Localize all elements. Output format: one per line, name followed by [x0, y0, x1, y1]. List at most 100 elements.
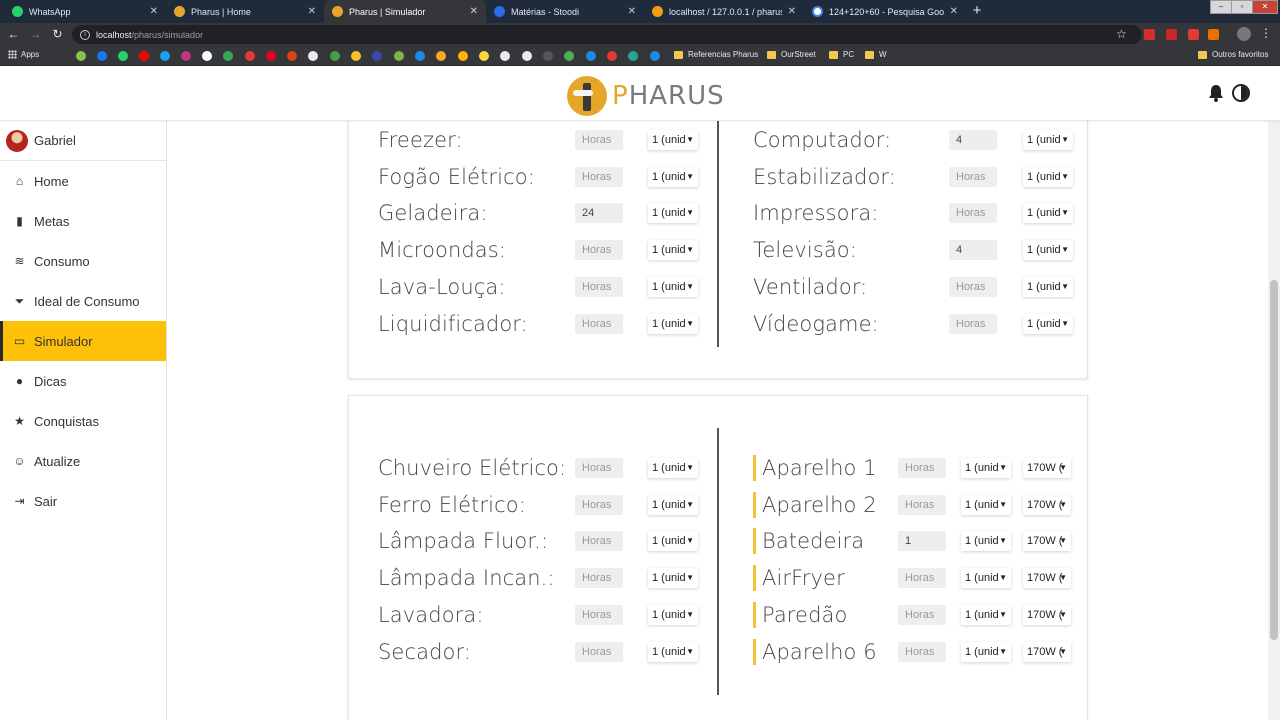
quantity-select[interactable]: 1 (unid ▼ — [961, 494, 1011, 515]
quantity-select[interactable]: 1 (unid ▼ — [648, 130, 698, 150]
quantity-select[interactable]: 1 (unid ▼ — [961, 641, 1011, 662]
theme-toggle-icon[interactable] — [1232, 84, 1250, 102]
new-tab-button[interactable]: + — [969, 3, 985, 19]
close-icon[interactable]: ✕ — [470, 6, 478, 17]
quantity-select[interactable]: 1 (unid ▼ — [961, 568, 1011, 589]
bookmark-icon[interactable] — [76, 51, 86, 61]
drive-icon[interactable] — [223, 51, 233, 61]
close-icon[interactable]: ✕ — [628, 6, 636, 17]
quantity-select[interactable]: 1 (unid ▼ — [648, 203, 698, 224]
close-icon[interactable]: ✕ — [788, 6, 796, 17]
hours-input[interactable] — [949, 276, 997, 297]
tab-stoodi[interactable]: Matérias - Stoodi ✕ — [486, 0, 644, 23]
hours-input[interactable] — [575, 568, 623, 589]
sidebar-item-simulador[interactable]: ▭ Simulador — [0, 321, 166, 361]
bookmark-icon[interactable] — [458, 51, 468, 61]
close-icon[interactable]: ✕ — [308, 6, 316, 17]
sidebar-item-metas[interactable]: ▮ Metas — [0, 201, 166, 241]
youtube-icon[interactable] — [139, 51, 149, 61]
wattage-select[interactable]: 170W (▼ — [1023, 641, 1071, 662]
sidebar-item-ideal-de-consumo[interactable]: ⏷ Ideal de Consumo — [0, 281, 166, 321]
pharus-logo[interactable]: PHARUS — [567, 76, 725, 116]
bookmark-folder[interactable]: OurStreet — [767, 50, 816, 59]
google-icon[interactable] — [202, 51, 212, 61]
quantity-select[interactable]: 1 (unid ▼ — [1023, 166, 1073, 187]
hours-input[interactable] — [949, 240, 997, 261]
adblock-extension-icon[interactable] — [1144, 29, 1155, 40]
tab-google-search[interactable]: 124+120+60 - Pesquisa Google ✕ — [804, 0, 966, 23]
facebook-icon[interactable] — [97, 51, 107, 61]
bookmark-icon[interactable] — [330, 51, 340, 61]
quantity-select[interactable]: 1 (unid ▼ — [1023, 203, 1073, 224]
close-icon[interactable]: ✕ — [950, 6, 958, 17]
hours-input[interactable] — [898, 458, 946, 478]
hours-input[interactable] — [575, 240, 623, 261]
sidebar-item-dicas[interactable]: ● Dicas — [0, 361, 166, 401]
bookmark-icon[interactable] — [394, 51, 404, 61]
bell-icon[interactable] — [1208, 84, 1224, 102]
bookmark-folder[interactable]: W — [865, 50, 887, 59]
quantity-select[interactable]: 1 (unid ▼ — [1023, 130, 1073, 150]
instagram-icon[interactable] — [181, 51, 191, 61]
hours-input[interactable] — [949, 130, 997, 150]
menu-kebab-icon[interactable]: ⋮ — [1260, 26, 1272, 40]
bookmark-folder[interactable]: PC — [829, 50, 854, 59]
bookmark-folder-other[interactable]: Outros favoritos — [1198, 50, 1268, 59]
wattage-select[interactable]: 170W (▼ — [1023, 531, 1071, 552]
hours-input[interactable] — [898, 494, 946, 515]
quantity-select[interactable]: 1 (unid ▼ — [648, 240, 698, 261]
hours-input[interactable] — [898, 604, 946, 625]
tab-phpmyadmin[interactable]: localhost / 127.0.0.1 / pharus / si ✕ — [644, 0, 804, 23]
close-icon[interactable]: ✕ — [150, 6, 158, 17]
extension-icon[interactable] — [1188, 29, 1199, 40]
quantity-select[interactable]: 1 (unid ▼ — [961, 458, 1011, 478]
bookmark-icon[interactable] — [287, 51, 297, 61]
play-icon[interactable] — [522, 51, 532, 61]
bookmark-icon[interactable] — [479, 51, 489, 61]
window-close-button[interactable]: ✕ — [1252, 0, 1278, 14]
hours-input[interactable] — [575, 203, 623, 224]
bookmark-icon[interactable] — [245, 51, 255, 61]
reload-icon[interactable]: ↻ — [50, 27, 65, 42]
address-bar[interactable]: i localhost/pharus/simulador — [72, 25, 1142, 44]
bookmark-icon[interactable] — [628, 51, 638, 61]
quantity-select[interactable]: 1 (unid ▼ — [1023, 276, 1073, 297]
maximize-button[interactable]: ▫ — [1231, 0, 1253, 14]
minimize-button[interactable]: – — [1210, 0, 1232, 14]
back-arrow-icon[interactable]: ← — [6, 27, 21, 42]
quantity-select[interactable]: 1 (unid ▼ — [1023, 313, 1073, 334]
bookmark-icon[interactable] — [586, 51, 596, 61]
bookmark-icon[interactable] — [436, 51, 446, 61]
bookmark-icon[interactable] — [607, 51, 617, 61]
pdf-extension-icon[interactable] — [1166, 29, 1177, 40]
tab-pharus-simulador[interactable]: Pharus | Simulador ✕ — [324, 0, 486, 23]
wattage-select[interactable]: 170W (▼ — [1023, 604, 1071, 625]
hours-input[interactable] — [575, 313, 623, 334]
hours-input[interactable] — [575, 531, 623, 552]
sidebar-item-conquistas[interactable]: ★ Conquistas — [0, 401, 166, 441]
hours-input[interactable] — [575, 166, 623, 187]
hours-input[interactable] — [575, 494, 623, 515]
github-icon[interactable] — [500, 51, 510, 61]
bookmark-icon[interactable] — [564, 51, 574, 61]
twitter-icon[interactable] — [160, 51, 170, 61]
profile-avatar[interactable] — [1237, 27, 1251, 41]
sidebar-item-consumo[interactable]: ≋ Consumo — [0, 241, 166, 281]
hours-input[interactable] — [575, 458, 623, 478]
info-icon[interactable]: i — [80, 29, 90, 40]
quantity-select[interactable]: 1 (unid ▼ — [648, 604, 698, 625]
quantity-select[interactable]: 1 (unid ▼ — [648, 641, 698, 662]
quantity-select[interactable]: 1 (unid ▼ — [961, 604, 1011, 625]
quantity-select[interactable]: 1 (unid ▼ — [648, 531, 698, 552]
extension-icon[interactable] — [1208, 29, 1219, 40]
quantity-select[interactable]: 1 (unid ▼ — [1023, 240, 1073, 261]
tab-pharus-home[interactable]: Pharus | Home ✕ — [166, 0, 324, 23]
wattage-select[interactable]: 170W (▼ — [1023, 458, 1071, 478]
scrollbar-thumb[interactable] — [1270, 280, 1278, 640]
hours-input[interactable] — [575, 130, 623, 150]
hours-input[interactable] — [898, 641, 946, 662]
bookmark-icon[interactable] — [308, 51, 318, 61]
sidebar-item-sair[interactable]: ⇥ Sair — [0, 481, 166, 521]
pinterest-icon[interactable] — [266, 51, 276, 61]
whatsapp-icon[interactable] — [118, 51, 128, 61]
